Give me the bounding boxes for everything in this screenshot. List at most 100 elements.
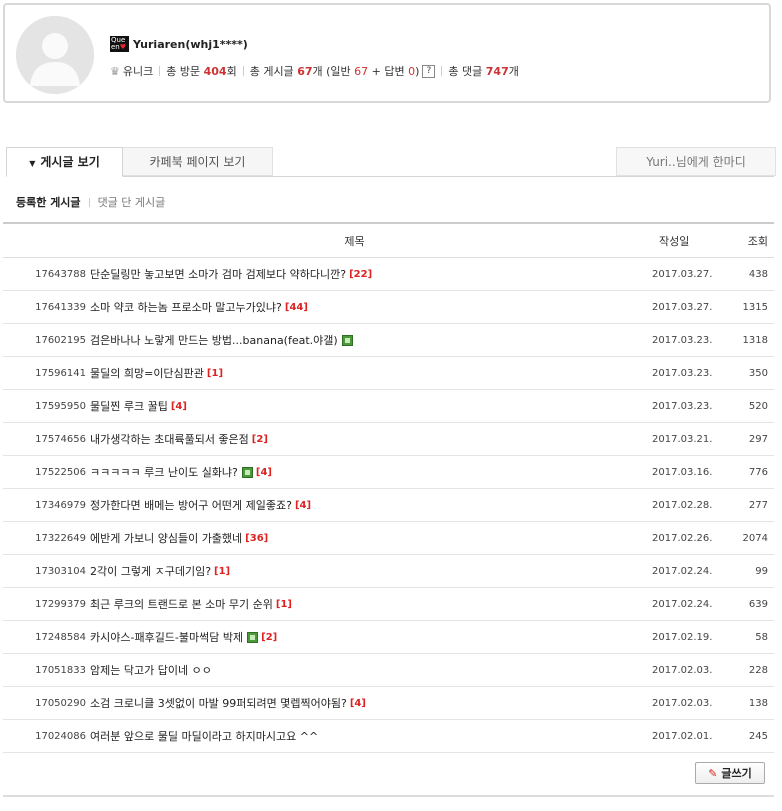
tab-posts-label: 게시글 보기 bbox=[40, 155, 100, 169]
bottom-divider bbox=[3, 795, 774, 797]
post-title-link[interactable]: 소검 크로니클 3셋없이 마발 99퍼되려면 몇렙찍어야됨? bbox=[90, 695, 347, 711]
comment-count[interactable]: [1] bbox=[207, 368, 223, 379]
post-date: 2017.02.24. bbox=[652, 598, 713, 610]
write-button[interactable]: ✎ 글쓰기 bbox=[695, 762, 765, 784]
post-views: 639 bbox=[748, 598, 768, 610]
post-date: 2017.03.23. bbox=[652, 334, 713, 346]
post-title-cell: 에반게 가보니 양심들이 가출했네 [36] bbox=[86, 530, 652, 546]
table-row: 17299379 최근 루크의 트랜드로 본 소마 무기 순위 [1] 2017.02… bbox=[3, 588, 774, 621]
table-header: 제목 작성일 조회 bbox=[3, 224, 774, 258]
table-row: 17346979 정가한다면 배메는 방어구 어떤게 제일좋죠? [4] 2017.0… bbox=[3, 489, 774, 522]
table-row: 17574656 내가생각하는 초대륙풀되서 좋은점 [2] 2017.03.21. 2… bbox=[3, 423, 774, 456]
default-avatar-icon bbox=[16, 16, 94, 94]
post-date: 2017.02.03. bbox=[652, 664, 713, 676]
reply-count: 0 bbox=[408, 64, 416, 78]
nickname-row: Que en♥ Yuriaren(whj1****) bbox=[110, 36, 248, 52]
post-views: 1315 bbox=[742, 301, 768, 313]
profile-box: Que en♥ Yuriaren(whj1****) ♛ 유니크 총 방문 40… bbox=[3, 3, 771, 103]
post-date: 2017.02.19. bbox=[652, 631, 713, 643]
subtab-bar: 등록한 게시글 댓글 단 게시글 bbox=[16, 194, 165, 210]
post-title-link[interactable]: 정가한다면 배메는 방어구 어떤게 제일좋죠? bbox=[90, 497, 292, 513]
help-icon[interactable]: ? bbox=[422, 64, 436, 78]
post-date: 2017.03.23. bbox=[652, 400, 713, 412]
post-title-link[interactable]: 물딜찐 루크 꿀팁 bbox=[90, 398, 168, 414]
nickname[interactable]: Yuriaren(whj1****) bbox=[133, 38, 248, 51]
comment-count[interactable]: [2] bbox=[261, 632, 277, 643]
post-title-link[interactable]: 2각이 그렇게 ㅈ구데기임? bbox=[90, 563, 211, 579]
table-row: 17595950 물딜찐 루크 꿀팁 [4] 2017.03.23. 520 bbox=[3, 390, 774, 423]
post-views: 228 bbox=[748, 664, 768, 676]
comment-count[interactable]: [36] bbox=[245, 533, 268, 544]
post-views: 520 bbox=[748, 400, 768, 412]
post-title-cell: 내가생각하는 초대륙풀되서 좋은점 [2] bbox=[86, 431, 652, 447]
comment-count[interactable]: [4] bbox=[256, 467, 272, 478]
badge-text-bottom: en bbox=[111, 43, 120, 51]
post-title-link[interactable]: 내가생각하는 초대륙풀되서 좋은점 bbox=[90, 431, 249, 447]
comments-label: 총 댓글 bbox=[448, 65, 483, 78]
header-date: 작성일 bbox=[659, 234, 690, 248]
post-title-link[interactable]: 에반게 가보니 양심들이 가출했네 bbox=[90, 530, 242, 546]
post-title-link[interactable]: 소마 약코 하는놈 프로소마 말고누가있냐? bbox=[90, 299, 282, 315]
post-title-link[interactable]: 단순딜링만 놓고보면 소마가 검마 검제보다 약하다니깐? bbox=[90, 266, 346, 282]
post-date: 2017.03.27. bbox=[652, 301, 713, 313]
tab-posts[interactable]: ▼ 게시글 보기 bbox=[6, 147, 123, 177]
post-views: 245 bbox=[748, 730, 768, 742]
comment-count[interactable]: [4] bbox=[171, 401, 187, 412]
table-row: 17050290 소검 크로니클 3셋없이 마발 99퍼되려면 몇렙찍어야됨? [4… bbox=[3, 687, 774, 720]
post-date: 2017.03.16. bbox=[652, 466, 713, 478]
close-paren: ) bbox=[415, 64, 420, 78]
write-button-label: 글쓰기 bbox=[721, 767, 752, 780]
comment-count[interactable]: [4] bbox=[350, 698, 366, 709]
post-title-link[interactable]: 물딜의 희망=이단심판관 bbox=[90, 365, 204, 381]
comment-count[interactable]: [1] bbox=[276, 599, 292, 610]
divider bbox=[441, 66, 443, 76]
header-views: 조회 bbox=[747, 234, 768, 248]
table-row: 17643788 단순딜링만 놓고보면 소마가 검마 검제보다 약하다니깐? [22… bbox=[3, 258, 774, 291]
avatar[interactable] bbox=[16, 16, 94, 94]
post-title-cell: 2각이 그렇게 ㅈ구데기임? [1] bbox=[86, 563, 652, 579]
post-title-link[interactable]: 카시야스-패후길드-불마썩담 박제 bbox=[90, 629, 243, 645]
comment-count[interactable]: [22] bbox=[349, 269, 372, 280]
post-title-link[interactable]: 여러분 앞으로 물딜 마딜이라고 하지마시고요 ^^ bbox=[90, 728, 318, 744]
post-title-cell: 정가한다면 배메는 방어구 어떤게 제일좋죠? [4] bbox=[86, 497, 652, 513]
posts-unit: 개 (일반 bbox=[312, 65, 351, 78]
comment-count[interactable]: [4] bbox=[295, 500, 311, 511]
divider bbox=[242, 66, 244, 76]
post-number: 17574656 bbox=[35, 433, 86, 445]
post-number: 17299379 bbox=[35, 598, 86, 610]
posts-count: 67 bbox=[297, 64, 313, 78]
message-button[interactable]: Yuri..님에게 한마디 bbox=[616, 147, 776, 176]
subtab-registered[interactable]: 등록한 게시글 bbox=[16, 194, 81, 210]
post-number: 17641339 bbox=[35, 301, 86, 313]
post-title-cell: 최근 루크의 트랜드로 본 소마 무기 순위 [1] bbox=[86, 596, 652, 612]
comment-count[interactable]: [1] bbox=[214, 566, 230, 577]
post-title-link[interactable]: ㅋㅋㅋㅋㅋ 루크 난이도 실화냐? bbox=[90, 464, 238, 480]
post-date: 2017.03.27. bbox=[652, 268, 713, 280]
tab-cafebook[interactable]: 카페북 페이지 보기 bbox=[123, 147, 273, 176]
post-views: 99 bbox=[755, 565, 768, 577]
post-title-cell: 암제는 닥고가 답이네 ㅇㅇ bbox=[86, 662, 652, 678]
table-row: 17596141 물딜의 희망=이단심판관 [1] 2017.03.23. 350 bbox=[3, 357, 774, 390]
visits-count: 404 bbox=[203, 64, 227, 78]
post-number: 17346979 bbox=[35, 499, 86, 511]
post-number: 17051833 bbox=[35, 664, 86, 676]
visits-unit: 회 bbox=[226, 65, 237, 78]
post-title-link[interactable]: 암제는 닥고가 답이네 ㅇㅇ bbox=[90, 662, 212, 678]
header-title: 제목 bbox=[344, 234, 365, 248]
post-title-link[interactable]: 검은바나나 노랗게 만드는 방법...banana(feat.야갤) bbox=[90, 332, 338, 348]
post-date: 2017.03.21. bbox=[652, 433, 713, 445]
post-number: 17596141 bbox=[35, 367, 86, 379]
table-row: 17024086 여러분 앞으로 물딜 마딜이라고 하지마시고요 ^^ 2017.0… bbox=[3, 720, 774, 753]
post-title-cell: 여러분 앞으로 물딜 마딜이라고 하지마시고요 ^^ bbox=[86, 728, 652, 744]
post-title-link[interactable]: 최근 루크의 트랜드로 본 소마 무기 순위 bbox=[90, 596, 273, 612]
comment-count[interactable]: [44] bbox=[285, 302, 308, 313]
comment-count[interactable]: [2] bbox=[252, 434, 268, 445]
subtab-commented[interactable]: 댓글 단 게시글 bbox=[98, 194, 166, 210]
posts-label: 총 게시글 bbox=[249, 65, 294, 78]
post-date: 2017.02.24. bbox=[652, 565, 713, 577]
visits-label: 총 방문 bbox=[166, 65, 201, 78]
post-views: 2074 bbox=[742, 532, 768, 544]
post-views: 58 bbox=[755, 631, 768, 643]
image-attached-icon bbox=[247, 631, 259, 643]
post-number: 17248584 bbox=[35, 631, 86, 643]
